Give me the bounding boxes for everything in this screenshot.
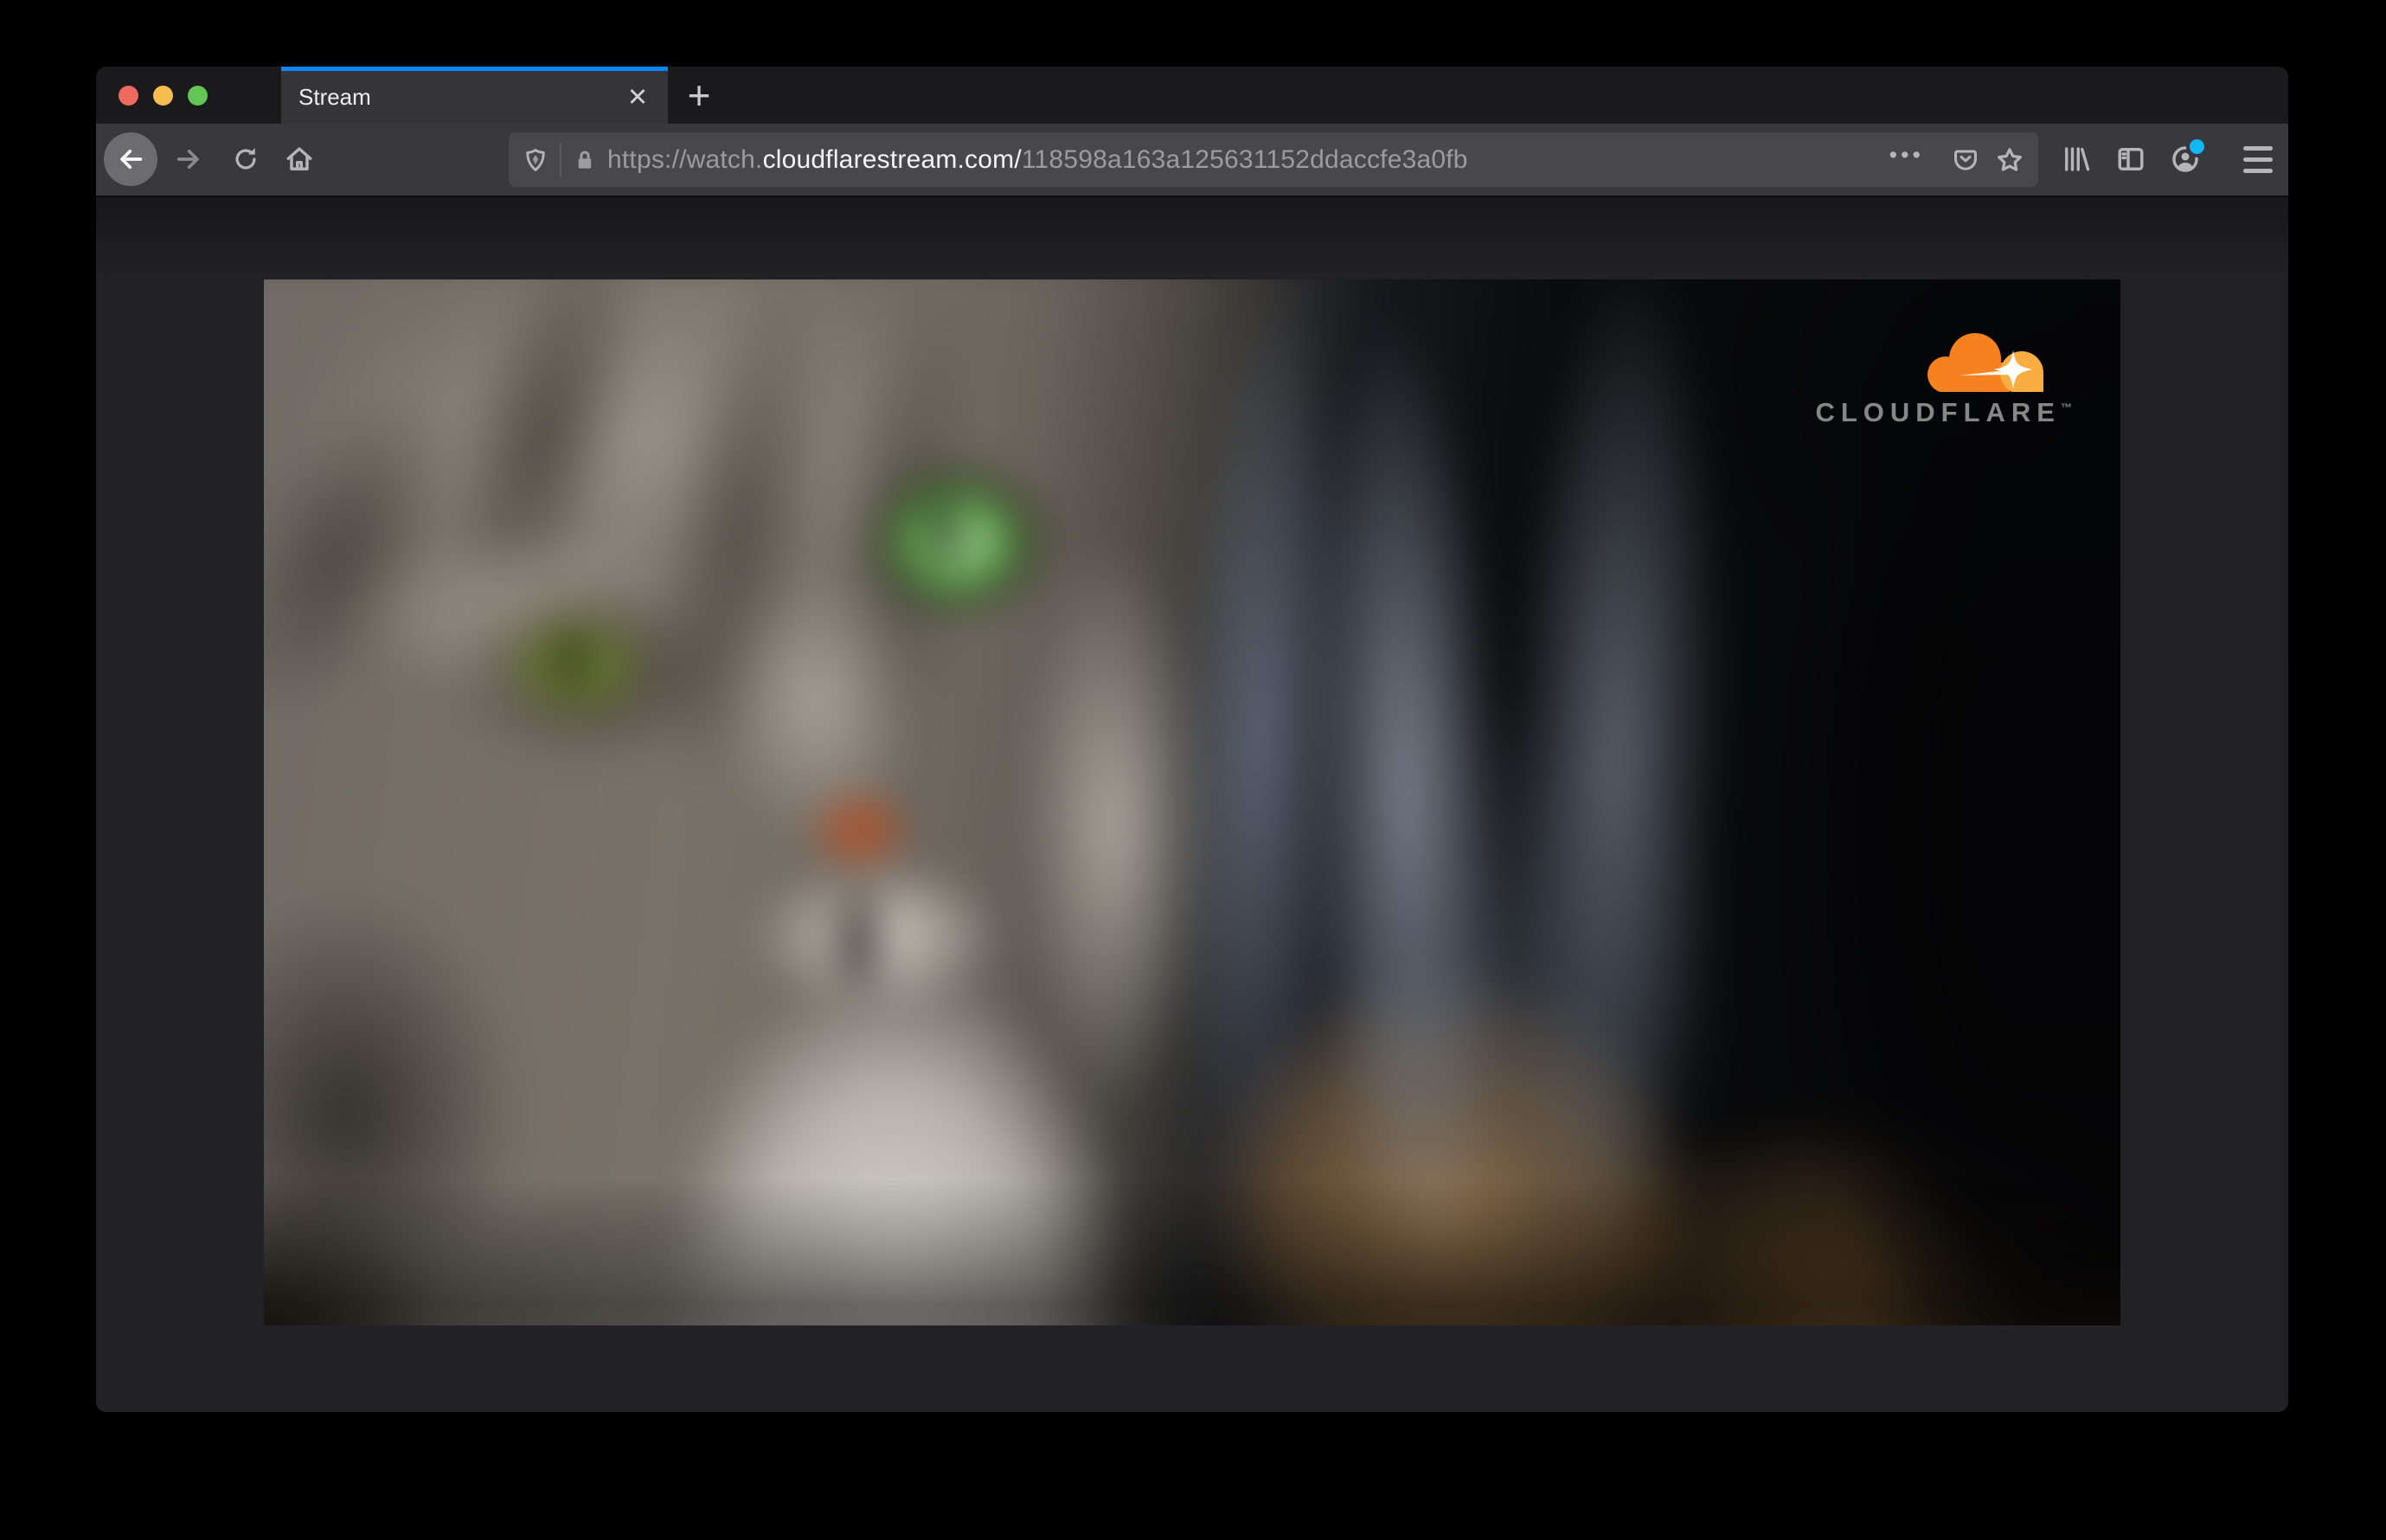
- tab-title: Stream: [298, 84, 371, 110]
- url-scheme-host-prefix: https://watch.: [607, 144, 763, 174]
- browser-window: Stream ✕ + https://watch.cloudflarestrea…: [96, 67, 2288, 1412]
- url-domain: cloudflarestream.com: [762, 144, 1015, 174]
- home-button[interactable]: [284, 144, 315, 175]
- video-bottom-vignette: [264, 279, 2120, 1325]
- star-icon: [1998, 147, 2022, 171]
- cloudflare-wordmark: CLOUDFLARE™: [1815, 397, 2072, 427]
- reload-button[interactable]: [230, 144, 261, 175]
- reload-icon: [235, 147, 256, 170]
- pocket-icon: [1954, 149, 1977, 170]
- screenshot-stage: Stream ✕ + https://watch.cloudflarestrea…: [0, 0, 2386, 1540]
- urlbar-separator: [560, 143, 561, 176]
- tracking-protection-shield-icon[interactable]: [523, 146, 548, 174]
- tab-bar: Stream ✕ +: [96, 67, 2288, 124]
- home-icon: [286, 147, 312, 170]
- sidebar-icon: [2118, 148, 2144, 170]
- forward-arrow-icon: [176, 149, 199, 170]
- page-content: CLOUDFLARE™: [96, 197, 2288, 1412]
- url-slash: /: [1014, 144, 1022, 174]
- trademark-symbol: ™: [2061, 401, 2072, 414]
- app-menu-button[interactable]: [2242, 144, 2274, 175]
- new-tab-button[interactable]: +: [681, 75, 717, 115]
- page-actions-icon[interactable]: •••: [1889, 142, 1924, 169]
- url-path: 118598a163a125631152ddaccfe3a0fb: [1021, 144, 1468, 174]
- url-bar[interactable]: https://watch.cloudflarestream.com/11859…: [509, 132, 2038, 187]
- library-icon: [2065, 147, 2090, 171]
- menu-icon: [2243, 145, 2273, 173]
- window-close-button[interactable]: [119, 85, 138, 106]
- back-arrow-icon: [120, 149, 143, 170]
- sidebar-toggle-button[interactable]: [2115, 144, 2146, 175]
- pocket-button[interactable]: [1952, 146, 1979, 174]
- cloudflare-watermark: CLOUDFLARE™: [1815, 324, 2072, 428]
- forward-button[interactable]: [173, 144, 204, 175]
- account-button[interactable]: [2170, 136, 2208, 175]
- back-button[interactable]: [104, 132, 157, 186]
- tab-close-icon[interactable]: ✕: [619, 80, 656, 116]
- window-minimize-button[interactable]: [153, 85, 173, 106]
- tab-stream[interactable]: Stream ✕: [281, 67, 668, 124]
- video-player[interactable]: CLOUDFLARE™: [264, 279, 2120, 1325]
- url-text: https://watch.cloudflarestream.com/11859…: [607, 145, 1468, 175]
- https-lock-icon[interactable]: [573, 147, 597, 173]
- cloudflare-cloud-icon: [1927, 333, 2043, 392]
- macos-traffic-lights: [119, 67, 208, 124]
- account-notification-dot: [2186, 136, 2208, 157]
- library-button[interactable]: [2061, 144, 2092, 175]
- bookmark-button[interactable]: [1995, 145, 2024, 175]
- window-zoom-button[interactable]: [188, 85, 208, 106]
- navigation-toolbar: https://watch.cloudflarestream.com/11859…: [96, 124, 2288, 197]
